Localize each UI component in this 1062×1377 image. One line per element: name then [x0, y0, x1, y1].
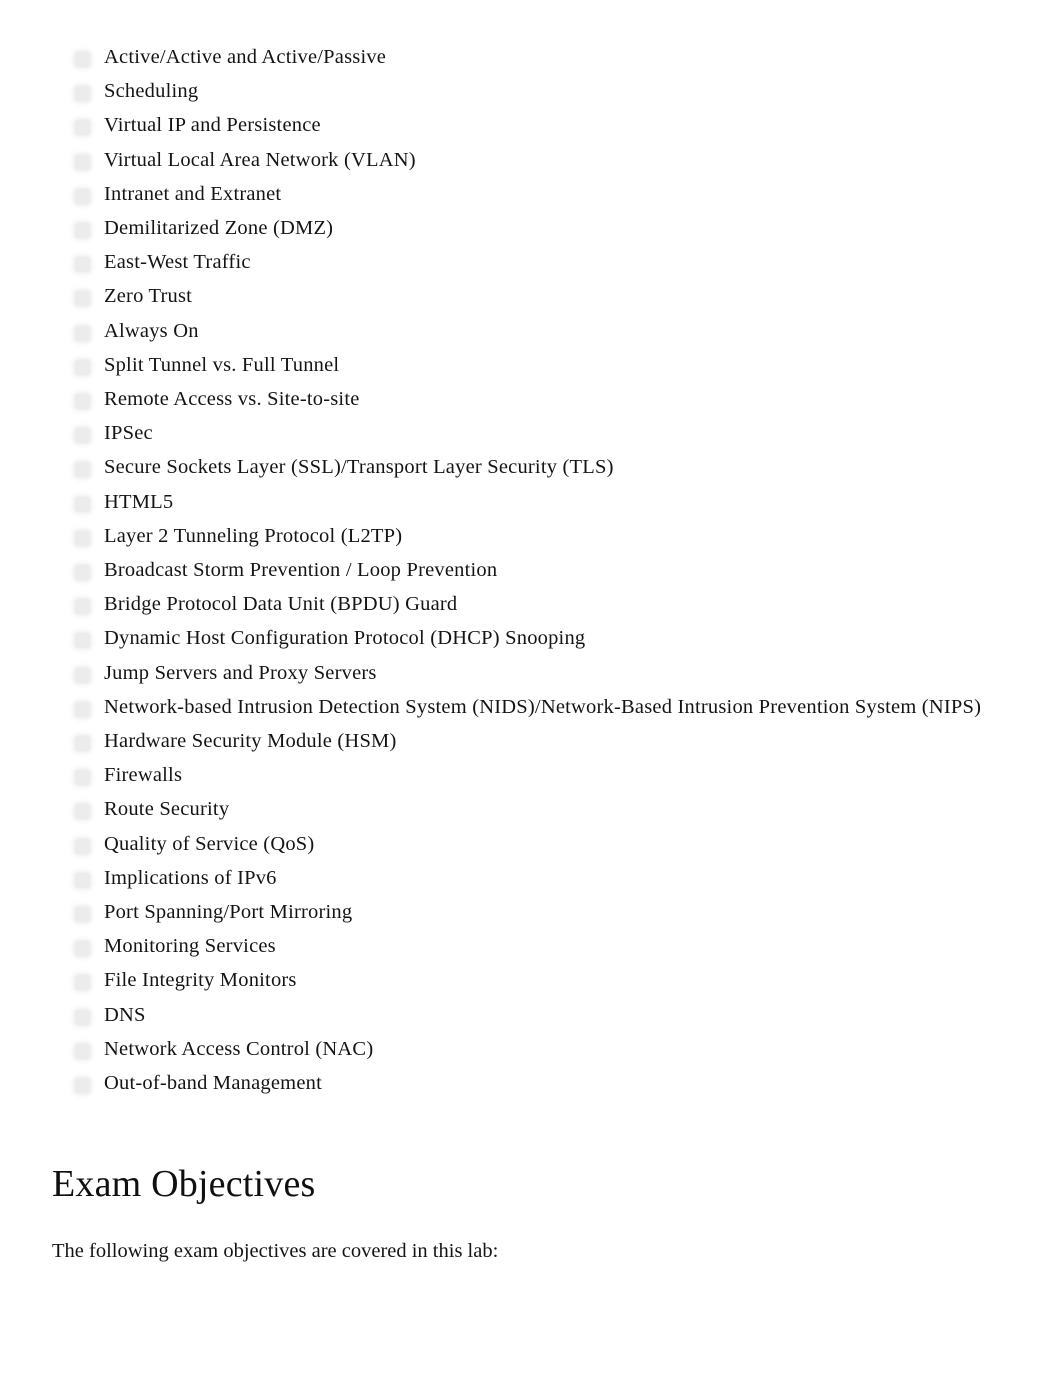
square-bullet-icon — [75, 838, 90, 854]
list-item: Quality of Service (QoS) — [52, 827, 1012, 861]
list-item: Dynamic Host Configuration Protocol (DHC… — [52, 621, 1012, 655]
square-bullet-icon — [75, 223, 90, 239]
list-item-label: Dynamic Host Configuration Protocol (DHC… — [104, 627, 586, 650]
list-item: Virtual IP and Persistence — [52, 108, 1012, 142]
list-item-label: File Integrity Monitors — [104, 969, 297, 992]
exam-objectives-intro-text: The following exam objectives are covere… — [52, 1240, 499, 1262]
list-item-label: Port Spanning/Port Mirroring — [104, 901, 353, 924]
list-item-label: Implications of IPv6 — [104, 866, 277, 889]
square-bullet-icon — [75, 257, 90, 273]
document-page: Active/Active and Active/Passive Scheduli… — [0, 0, 1062, 1377]
list-item-label: Bridge Protocol Data Unit (BPDU) Guard — [104, 593, 458, 616]
square-bullet-icon — [75, 907, 90, 923]
square-bullet-icon — [75, 975, 90, 991]
list-item: Bridge Protocol Data Unit (BPDU) Guard — [52, 587, 1012, 621]
list-item-label: Split Tunnel vs. Full Tunnel — [104, 353, 340, 376]
list-item-label: Zero Trust — [104, 285, 193, 308]
square-bullet-icon — [75, 1078, 90, 1094]
list-item-label: Firewalls — [104, 764, 183, 787]
list-item-label: DNS — [104, 1003, 146, 1026]
square-bullet-icon — [75, 736, 90, 752]
square-bullet-icon — [75, 325, 90, 341]
page-heading-exam-objectives: Exam Objectives — [52, 1163, 316, 1205]
list-item-label: Secure Sockets Layer (SSL)/Transport Lay… — [104, 456, 614, 479]
square-bullet-icon — [75, 394, 90, 410]
list-item: Layer 2 Tunneling Protocol (L2TP) — [52, 519, 1012, 553]
list-item-label: Remote Access vs. Site-to-site — [104, 388, 360, 411]
list-item-label: Network-based Intrusion Detection System… — [104, 695, 982, 718]
list-item: Monitoring Services — [52, 929, 1012, 963]
square-bullet-icon — [75, 359, 90, 375]
square-bullet-icon — [75, 120, 90, 136]
list-item: Demilitarized Zone (DMZ) — [52, 211, 1012, 245]
list-item: Hardware Security Module (HSM) — [52, 724, 1012, 758]
list-item-label: Hardware Security Module (HSM) — [104, 730, 397, 753]
square-bullet-icon — [75, 52, 90, 67]
list-item-label: Broadcast Storm Prevention / Loop Preven… — [104, 559, 498, 582]
square-bullet-icon — [75, 496, 90, 512]
list-item-label: East-West Traffic — [104, 251, 251, 274]
list-item: Always On — [52, 314, 1012, 348]
list-item: DNS — [52, 998, 1012, 1032]
list-item-label: IPSec — [104, 422, 153, 445]
list-item-label: Always On — [104, 319, 199, 342]
list-item: Active/Active and Active/Passive — [52, 40, 1012, 74]
list-item: Intranet and Extranet — [52, 177, 1012, 211]
topic-list: Active/Active and Active/Passive Scheduli… — [52, 40, 1012, 1100]
square-bullet-icon — [75, 872, 90, 888]
list-item: Network-based Intrusion Detection System… — [52, 690, 1012, 724]
list-item-label: Out-of-band Management — [104, 1072, 322, 1095]
list-item: Port Spanning/Port Mirroring — [52, 895, 1012, 929]
list-item: East-West Traffic — [52, 245, 1012, 279]
list-item: Jump Servers and Proxy Servers — [52, 656, 1012, 690]
list-item-label: Jump Servers and Proxy Servers — [104, 661, 377, 684]
square-bullet-icon — [75, 188, 90, 204]
list-item: Network Access Control (NAC) — [52, 1032, 1012, 1066]
list-item: Broadcast Storm Prevention / Loop Preven… — [52, 553, 1012, 587]
list-item-label: Network Access Control (NAC) — [104, 1037, 374, 1060]
square-bullet-icon — [75, 770, 90, 786]
square-bullet-icon — [75, 428, 90, 444]
list-item-label: Virtual IP and Persistence — [104, 114, 321, 137]
list-item: File Integrity Monitors — [52, 963, 1012, 997]
list-item-label: Intranet and Extranet — [104, 182, 282, 205]
list-item-label: Monitoring Services — [104, 935, 276, 958]
square-bullet-icon — [75, 462, 90, 478]
square-bullet-icon — [75, 86, 90, 102]
square-bullet-icon — [75, 667, 90, 683]
list-item: Remote Access vs. Site-to-site — [52, 382, 1012, 416]
list-item-label: Quality of Service (QoS) — [104, 832, 315, 855]
square-bullet-icon — [75, 1009, 90, 1025]
list-item-label: Active/Active and Active/Passive — [104, 46, 387, 68]
list-item: Secure Sockets Layer (SSL)/Transport Lay… — [52, 450, 1012, 484]
list-item: Virtual Local Area Network (VLAN) — [52, 143, 1012, 177]
list-item: Firewalls — [52, 758, 1012, 792]
list-item: Split Tunnel vs. Full Tunnel — [52, 348, 1012, 382]
list-item-label: Demilitarized Zone (DMZ) — [104, 217, 334, 240]
square-bullet-icon — [75, 804, 90, 820]
square-bullet-icon — [75, 291, 90, 307]
list-item-label: Layer 2 Tunneling Protocol (L2TP) — [104, 524, 403, 547]
list-item: HTML5 — [52, 485, 1012, 519]
square-bullet-icon — [75, 154, 90, 170]
list-item-label: Virtual Local Area Network (VLAN) — [104, 148, 416, 171]
square-bullet-icon — [75, 941, 90, 957]
list-item-label: Route Security — [104, 798, 230, 821]
list-item-label: HTML5 — [104, 490, 174, 513]
square-bullet-icon — [75, 565, 90, 581]
square-bullet-icon — [75, 599, 90, 615]
list-item: Scheduling — [52, 74, 1012, 108]
list-item: Out-of-band Management — [52, 1066, 1012, 1100]
list-item-label: Scheduling — [104, 80, 199, 103]
square-bullet-icon — [75, 633, 90, 649]
list-item: Implications of IPv6 — [52, 861, 1012, 895]
square-bullet-icon — [75, 1043, 90, 1059]
list-item: IPSec — [52, 416, 1012, 450]
list-item: Route Security — [52, 792, 1012, 826]
list-item: Zero Trust — [52, 279, 1012, 313]
square-bullet-icon — [75, 530, 90, 546]
square-bullet-icon — [75, 701, 90, 717]
